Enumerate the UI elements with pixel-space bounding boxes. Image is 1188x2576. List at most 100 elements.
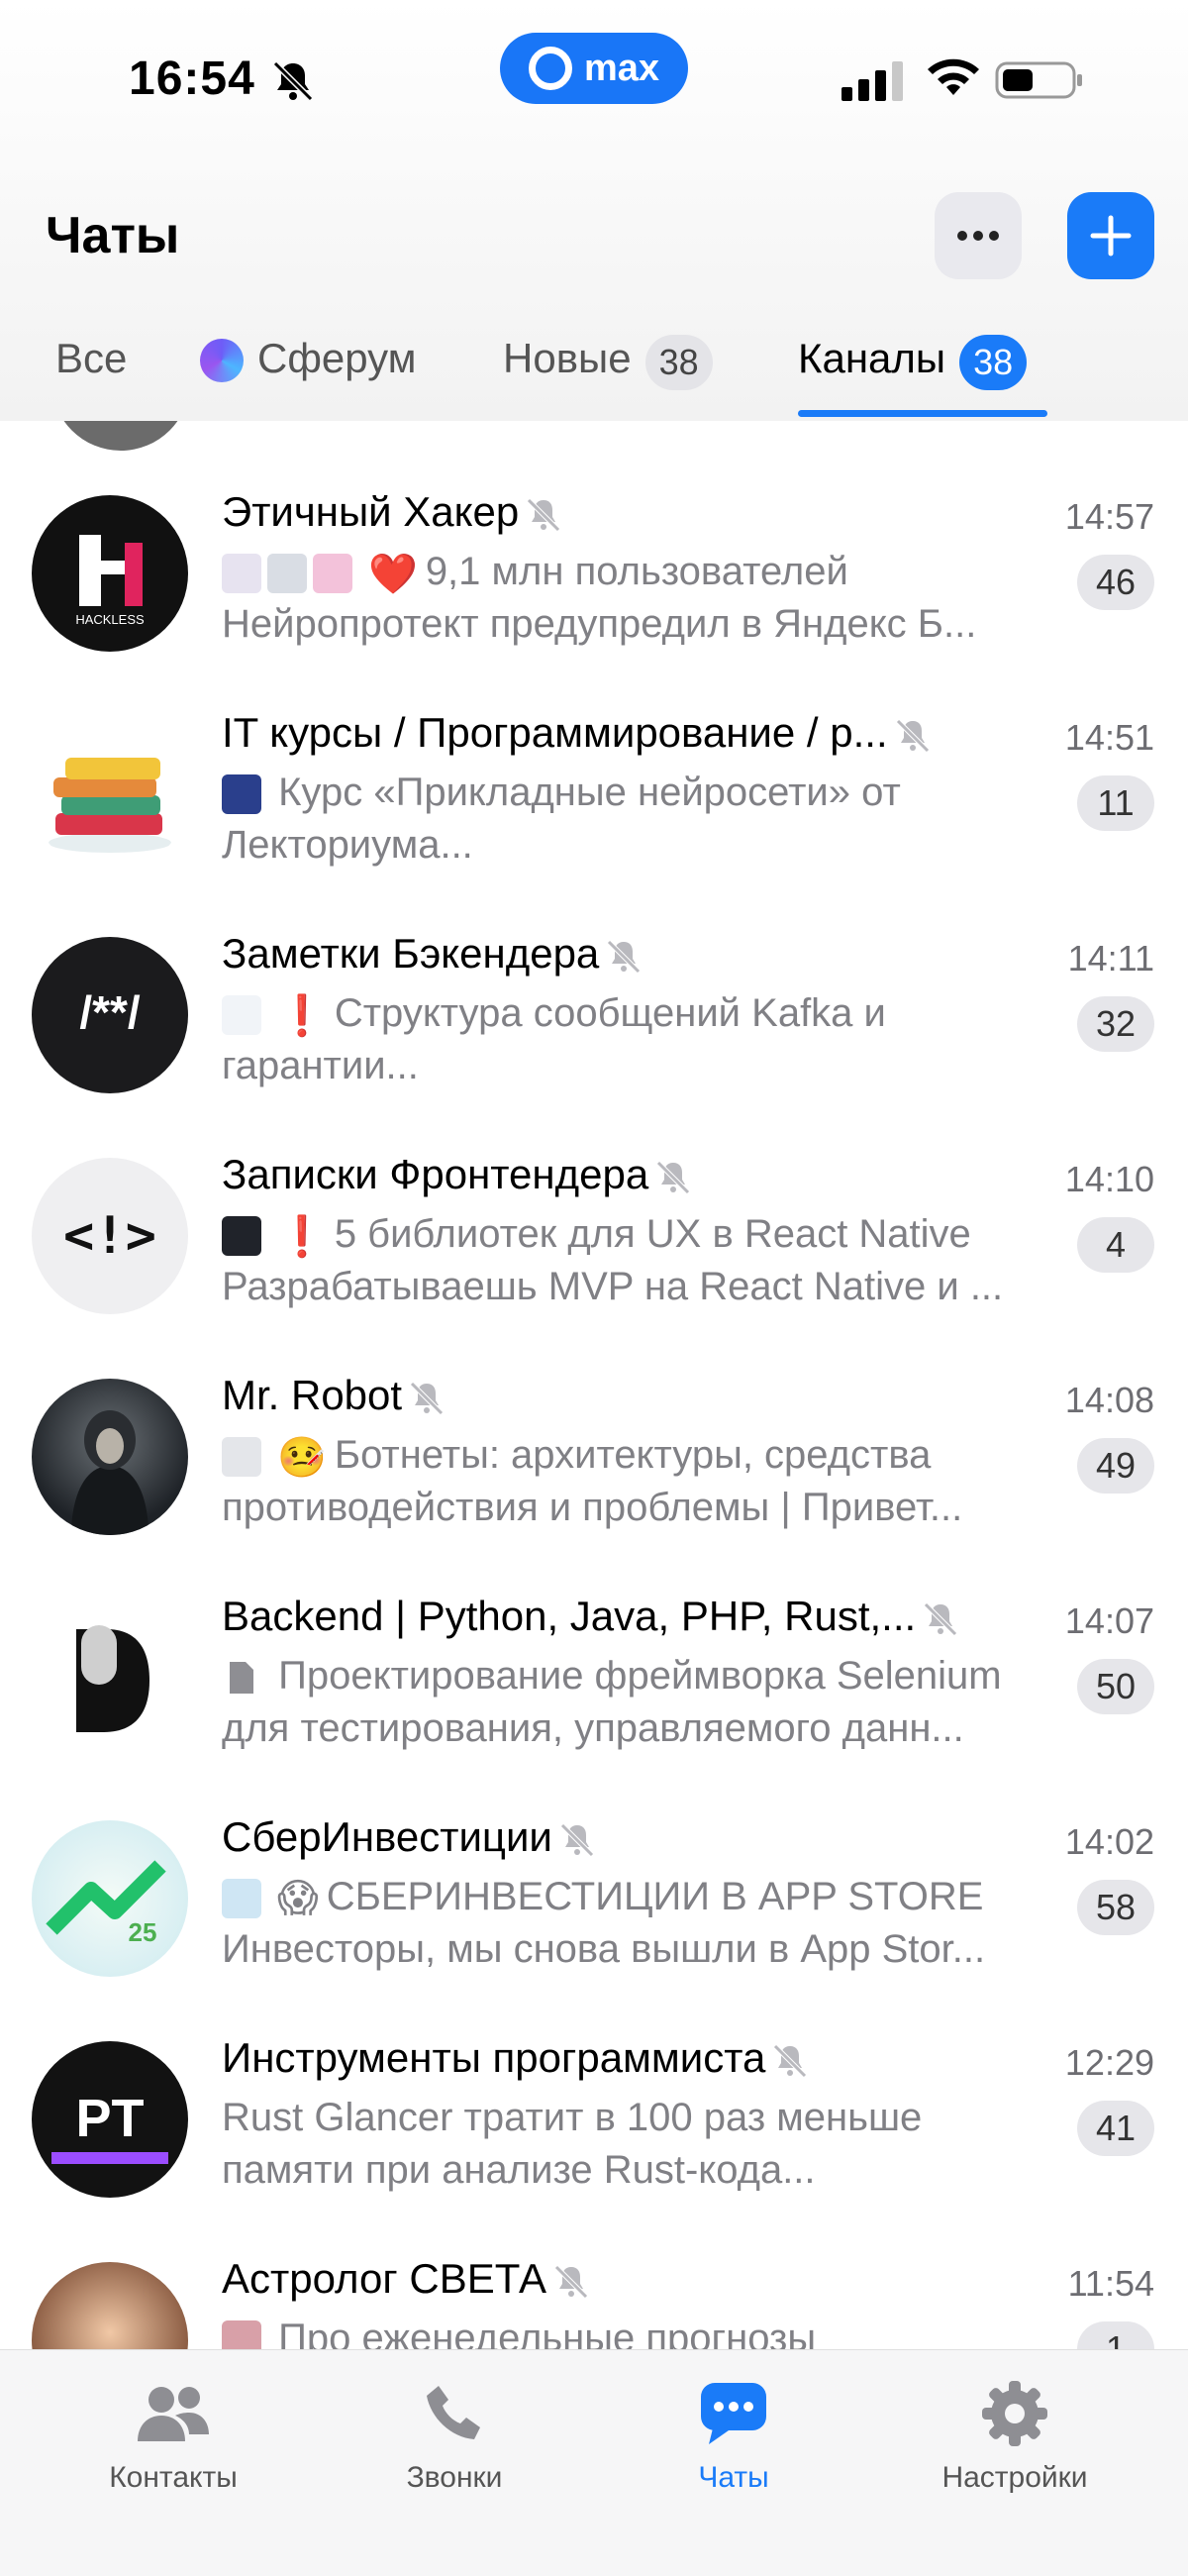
- chat-item-mr-robot[interactable]: Mr. Robot 14:08 🤒 Ботнеты: архитектуры, с…: [0, 1304, 1188, 1535]
- mute-bell-icon: [607, 940, 642, 974]
- contacts-icon: [134, 2374, 213, 2453]
- chat-preview-line: Про еженедельные прогнозы: [222, 2317, 1073, 2349]
- chat-preview-text-2: гарантии...: [222, 1044, 419, 1087]
- battery-icon: [995, 61, 1082, 99]
- scream-emoji: 😱: [277, 1877, 319, 1921]
- chat-item-it-courses[interactable]: IT курсы / Программирование / р... 14:51…: [0, 642, 1188, 873]
- media-thumbnail: [267, 554, 307, 594]
- chat-item-frontend-notes[interactable]: <!> Записки Фронтендера 14:10 ❗ 5 библиот…: [0, 1083, 1188, 1314]
- plus-icon: [1090, 215, 1132, 257]
- media-thumbnail: [222, 1879, 261, 1919]
- chat-preview-line: Проектирование фреймворка Selenium: [222, 1654, 1073, 1699]
- chat-item-sber-invest[interactable]: 25 СберИнвестиции 14:02 😱 СБЕРИНВЕСТИЦИИ …: [0, 1746, 1188, 1977]
- chat-name: Астролог СВЕТА: [222, 2255, 590, 2303]
- tab-label: Каналы: [798, 335, 946, 381]
- avatar-text: /**/: [79, 986, 141, 1038]
- chat-preview-text: СБЕРИНВЕСТИЦИИ В APP STORE: [326, 1875, 984, 1918]
- media-thumbnail: [313, 554, 352, 594]
- max-app-pill[interactable]: max: [500, 33, 688, 104]
- chat-name: Записки Фронтендера: [222, 1151, 692, 1198]
- bottom-navigation: Контакты Звонки Чаты Настройки: [0, 2349, 1188, 2576]
- chat-preview-text: Курс «Прикладные нейросети» от: [278, 771, 901, 814]
- chat-item-dev-tools[interactable]: PT Инструменты программиста 12:29 Rust G…: [0, 1967, 1188, 2198]
- tab-count-badge: 38: [959, 335, 1028, 390]
- avatar: [32, 1599, 188, 1756]
- tab-new[interactable]: Новые 38: [503, 327, 713, 421]
- chat-list[interactable]: HACKLESS Этичный Хакер 14:57 ❤️ 9,1 млн п…: [0, 421, 1188, 2349]
- chat-icon: [694, 2374, 773, 2453]
- chat-preview-text: Про еженедельные прогнозы: [278, 2317, 817, 2349]
- nav-label: Настройки: [941, 2461, 1088, 2494]
- chat-time: 11:54: [1067, 2263, 1154, 2304]
- chat-name-text: Этичный Хакер: [222, 488, 520, 535]
- active-tab-indicator: [798, 410, 1047, 417]
- tab-channels[interactable]: Каналы 38: [798, 327, 1028, 421]
- avatar: PT: [32, 2041, 188, 2198]
- avatar: <!>: [32, 1158, 188, 1314]
- more-button[interactable]: [935, 192, 1022, 279]
- nav-chats[interactable]: Чаты: [625, 2374, 842, 2495]
- chat-name-text: Backend | Python, Java, PHP, Rust,...: [222, 1593, 917, 1639]
- mute-bell-icon: [656, 1161, 690, 1194]
- new-chat-button[interactable]: [1067, 192, 1154, 279]
- chat-preview-text: Проектирование фреймворка Selenium: [278, 1654, 1002, 1698]
- unread-count-badge: 41: [1077, 2101, 1154, 2156]
- wifi-icon: [928, 58, 979, 95]
- media-thumbnail: [222, 1437, 261, 1478]
- status-time: 16:54: [129, 52, 255, 105]
- avatar: [32, 1379, 188, 1535]
- avatar-text: PT: [75, 2089, 144, 2148]
- phone-icon: [415, 2374, 494, 2453]
- mute-bell-icon: [527, 498, 560, 532]
- chat-time: 14:08: [1064, 1380, 1154, 1420]
- unread-count-badge: 49: [1077, 1438, 1154, 1494]
- chat-name: СберИнвестиции: [222, 1813, 596, 1861]
- chat-time: 14:10: [1064, 1159, 1154, 1199]
- chat-time: 12:29: [1064, 2042, 1154, 2083]
- chat-item-backend-langs[interactable]: Backend | Python, Java, PHP, Rust,... 14…: [0, 1525, 1188, 1756]
- mute-bell-icon: [560, 1823, 594, 1857]
- chat-item-ethical-hacker[interactable]: HACKLESS Этичный Хакер 14:57 ❤️ 9,1 млн п…: [0, 421, 1188, 652]
- nav-label: Контакты: [109, 2461, 238, 2494]
- chat-preview-line: ❤️ 9,1 млн пользователей: [222, 550, 1073, 597]
- hooded-figure-icon: [71, 1410, 148, 1535]
- chat-name-text: СберИнвестиции: [222, 1813, 552, 1860]
- chat-preview-text-2: Инвесторы, мы снова вышли в App Stor...: [222, 1927, 986, 1971]
- unread-count-badge: 58: [1077, 1880, 1154, 1935]
- chat-preview-text-2: памяти при анализе Rust-кода...: [222, 2148, 816, 2192]
- chat-time: 14:11: [1067, 938, 1154, 979]
- mute-bell-icon: [773, 2044, 808, 2078]
- html-tag-logo-icon: <!>: [63, 1206, 156, 1266]
- chat-preview-line: ❗ 5 библиотек для UX в React Native: [222, 1212, 1073, 1260]
- chat-time: 14:07: [1064, 1600, 1154, 1641]
- chat-item-astrologer[interactable]: Астролог СВЕТА 11:54 Про еженедельные пр…: [0, 2188, 1188, 2349]
- chat-name: IT курсы / Программирование / р...: [222, 709, 932, 757]
- nav-contacts[interactable]: Контакты: [64, 2374, 282, 2495]
- signal-icon: [842, 61, 903, 101]
- chat-item-backend-notes[interactable]: /**/ Заметки Бэкендера 14:11 ❗ Структура …: [0, 863, 1188, 1093]
- chat-preview-text-2: для тестирования, управляемого данн...: [222, 1706, 964, 1750]
- chat-filter-tabs: Все Сферум Новые 38 Каналы 38: [0, 327, 1188, 421]
- mute-bell-icon: [895, 719, 930, 753]
- media-thumbnail: [222, 774, 261, 815]
- tab-all[interactable]: Все: [55, 327, 127, 421]
- nav-settings[interactable]: Настройки: [906, 2374, 1124, 2495]
- tab-label: Новые: [503, 335, 632, 381]
- chat-name: Этичный Хакер: [222, 488, 562, 536]
- chat-preview-line: ❗ Структура сообщений Kafka и: [222, 991, 1073, 1039]
- chat-time: 14:57: [1064, 496, 1154, 537]
- nav-calls[interactable]: Звонки: [346, 2374, 563, 2495]
- chat-preview-text: Rust Glancer тратит в 100 раз меньше: [222, 2096, 923, 2139]
- pt-logo-icon: PT: [51, 2089, 168, 2164]
- media-thumbnail: [222, 554, 261, 594]
- chat-name: Инструменты программиста: [222, 2034, 809, 2082]
- gear-icon: [975, 2374, 1054, 2453]
- tab-sferum[interactable]: Сферум: [200, 327, 417, 421]
- heart-emoji: ❤️: [368, 552, 418, 596]
- chat-name: Заметки Бэкендера: [222, 930, 643, 978]
- unread-count-badge: 1: [1077, 2321, 1154, 2349]
- face-emoji: 🤒: [277, 1435, 327, 1480]
- chat-preview-text: Ботнеты: архитектуры, средства: [334, 1433, 932, 1477]
- avatar: [32, 716, 188, 873]
- chat-name-text: Mr. Robot: [222, 1372, 403, 1418]
